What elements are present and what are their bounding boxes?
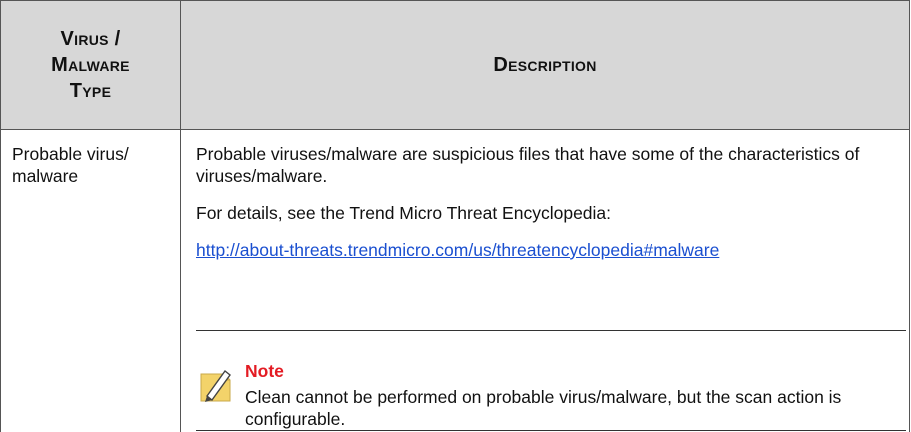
note-top-divider bbox=[196, 330, 906, 331]
header-description: Description bbox=[181, 1, 909, 129]
note-title: Note bbox=[245, 361, 284, 381]
threat-encyclopedia-link[interactable]: http://about-threats.trendmicro.com/us/t… bbox=[196, 239, 719, 261]
description-cell: Probable viruses/malware are suspicious … bbox=[181, 130, 909, 432]
header-virus-malware-type: Virus / Malware Type bbox=[1, 1, 181, 129]
note-bottom-divider bbox=[196, 430, 906, 431]
note-pencil-icon bbox=[197, 365, 237, 405]
note-text: Clean cannot be performed on probable vi… bbox=[245, 387, 842, 429]
description-text: Probable viruses/malware are suspicious … bbox=[196, 144, 860, 186]
type-label: Probable virus/ malware bbox=[12, 144, 129, 186]
header-description-label: Description bbox=[493, 54, 597, 76]
table-row: Probable virus/ malware Probable viruses… bbox=[0, 130, 910, 432]
table-header-row: Virus / Malware Type Description bbox=[0, 0, 910, 130]
details-text: For details, see the Trend Micro Threat … bbox=[196, 203, 612, 223]
header-type-label: Virus / Malware Type bbox=[51, 28, 130, 102]
virus-type-table: Virus / Malware Type Description Probabl… bbox=[0, 0, 911, 432]
type-cell: Probable virus/ malware bbox=[1, 130, 181, 432]
